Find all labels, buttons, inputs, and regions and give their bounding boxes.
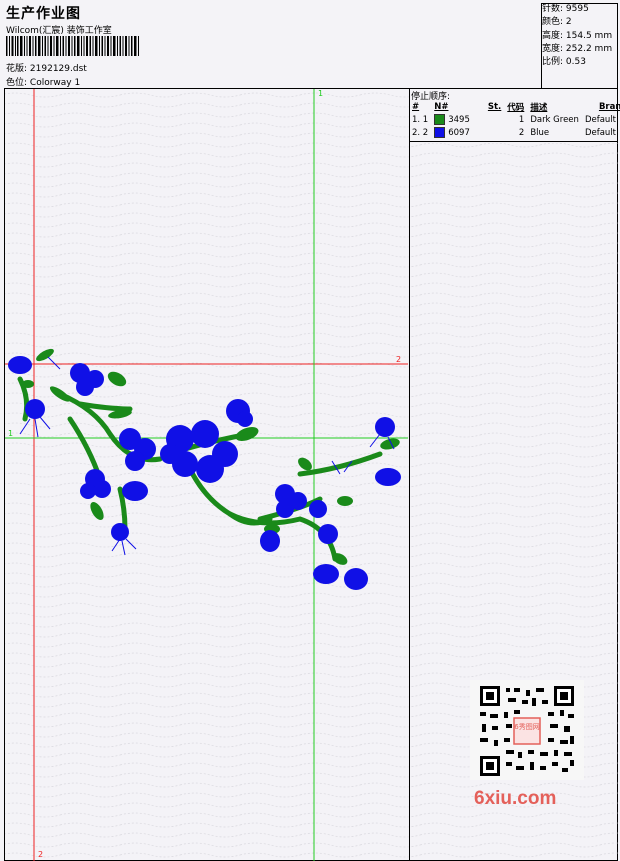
stat-height: 高度: 154.5 mm — [542, 30, 613, 41]
watermark-text: 6xiu.com — [474, 788, 557, 809]
stat-colors: 颜色: 2 — [542, 17, 572, 28]
qr-code-image: 6秀图网 — [470, 680, 584, 780]
green-vertical-label: 1 — [318, 89, 323, 98]
red-vertical-label: 2 — [38, 850, 43, 859]
stat-stitches: 针数: 9595 — [542, 4, 589, 14]
stat-scale: 比例: 0.53 — [542, 57, 586, 68]
design-stats: 针数: 9595 颜色: 2 高度: 154.5 mm 宽度: 252.2 mm… — [542, 3, 612, 69]
qr-stamp-text: 6秀图网 — [514, 722, 539, 731]
red-horizontal-label: 2 — [396, 355, 401, 364]
green-horizontal-label: 1 — [8, 429, 13, 438]
stat-width: 宽度: 252.2 mm — [542, 43, 613, 54]
production-sheet: 生产作业图 Wilcom(汇宸) 装饰工作室 花版: 2192129.dst 色… — [0, 0, 620, 861]
